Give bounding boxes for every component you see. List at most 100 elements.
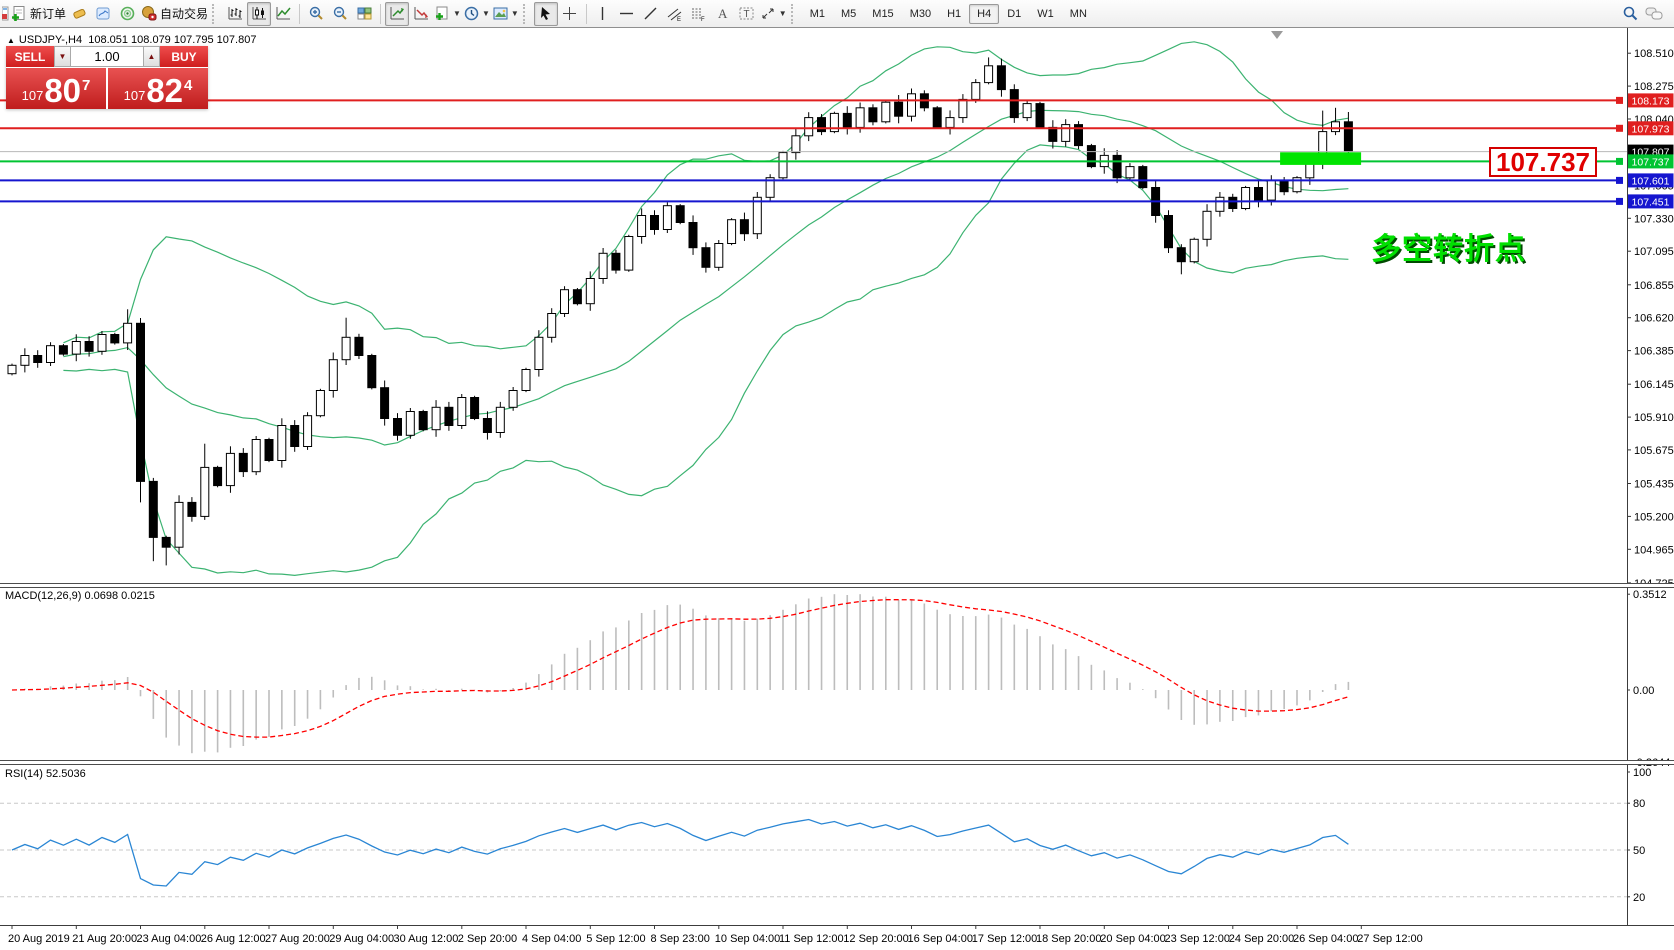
price-callout-box[interactable]: 107.737 bbox=[1489, 147, 1597, 177]
trendline-button[interactable] bbox=[639, 2, 663, 26]
autotrading-button[interactable]: 自动交易 bbox=[139, 2, 209, 26]
svg-text:105.200: 105.200 bbox=[1634, 511, 1674, 523]
signals-button[interactable] bbox=[115, 2, 139, 26]
time-axis[interactable]: 20 Aug 201921 Aug 20:0023 Aug 04:0026 Au… bbox=[0, 925, 1674, 950]
zoom-out-icon bbox=[332, 5, 349, 22]
main-price-pane[interactable] bbox=[0, 28, 1627, 585]
timeframe-m15[interactable]: M15 bbox=[864, 4, 901, 24]
svg-text:100: 100 bbox=[1633, 767, 1651, 779]
signals-icon bbox=[119, 5, 136, 22]
zoom-out-button[interactable] bbox=[328, 2, 352, 26]
indicators-window-button[interactable] bbox=[409, 2, 433, 26]
window-icon bbox=[2, 5, 9, 23]
template-image-icon bbox=[492, 5, 509, 22]
fibonacci-button[interactable]: F bbox=[687, 2, 711, 26]
svg-text:26 Sep 04:00: 26 Sep 04:00 bbox=[1293, 933, 1358, 945]
turning-point-annotation[interactable]: 多空转折点 bbox=[1371, 224, 1526, 268]
vertical-line-button[interactable] bbox=[591, 2, 615, 26]
chart-area[interactable]: ▲USDJPY-,H4 108.051 108.079 107.795 107.… bbox=[0, 28, 1674, 950]
zoom-in-button[interactable] bbox=[304, 2, 328, 26]
add-indicator-button[interactable]: ▼ bbox=[433, 2, 462, 26]
toolbar-grip[interactable] bbox=[791, 4, 797, 24]
buy-price-big: 82 bbox=[146, 76, 183, 106]
rsi-pane[interactable] bbox=[0, 765, 1627, 925]
profiles-button[interactable] bbox=[91, 2, 115, 26]
template-button[interactable]: ▼ bbox=[491, 2, 520, 26]
svg-text:18 Sep 20:00: 18 Sep 20:00 bbox=[1036, 933, 1101, 945]
timeframe-w1[interactable]: W1 bbox=[1029, 4, 1062, 24]
svg-text:23 Sep 12:00: 23 Sep 12:00 bbox=[1165, 933, 1230, 945]
volume-input[interactable]: 1.00 bbox=[71, 46, 143, 67]
text-label-icon: T bbox=[738, 5, 755, 22]
candlestick-chart-button[interactable] bbox=[247, 2, 271, 26]
arrows-button[interactable]: ▼ bbox=[759, 2, 788, 26]
search-button[interactable] bbox=[1618, 2, 1642, 26]
svg-text:10 Sep 04:00: 10 Sep 04:00 bbox=[715, 933, 780, 945]
toolbar-separator bbox=[380, 4, 381, 24]
svg-text:106.145: 106.145 bbox=[1634, 379, 1674, 391]
svg-text:104.965: 104.965 bbox=[1634, 544, 1674, 556]
toolbar-separator bbox=[299, 4, 300, 24]
dropdown-caret-icon: ▼ bbox=[482, 9, 490, 18]
text-button[interactable]: A bbox=[711, 2, 735, 26]
volume-increase-button[interactable]: ▲ bbox=[143, 46, 160, 67]
svg-text:26 Aug 12:00: 26 Aug 12:00 bbox=[201, 933, 266, 945]
tile-windows-button[interactable] bbox=[352, 2, 376, 26]
toolbar-grip[interactable] bbox=[523, 4, 529, 24]
bar-chart-button[interactable] bbox=[223, 2, 247, 26]
svg-text:107.451: 107.451 bbox=[1632, 196, 1670, 208]
buy-price-button[interactable]: 107 82 4 bbox=[108, 68, 208, 109]
dropdown-caret-icon: ▼ bbox=[779, 9, 787, 18]
channel-icon: E bbox=[666, 5, 683, 22]
arrows-icon bbox=[760, 5, 777, 22]
profiles-icon bbox=[95, 5, 112, 22]
price-axis[interactable]: 108.510108.275108.040107.565107.330107.0… bbox=[1627, 28, 1674, 925]
indicators-list-button[interactable] bbox=[385, 2, 409, 26]
tile-windows-icon bbox=[356, 5, 373, 22]
pane-separator[interactable] bbox=[0, 760, 1674, 765]
crayon-button[interactable] bbox=[67, 2, 91, 26]
new-order-button[interactable]: 新订单 bbox=[9, 2, 67, 26]
toolbar-grip[interactable] bbox=[212, 4, 218, 24]
svg-text:105.435: 105.435 bbox=[1634, 479, 1674, 491]
horizontal-line-button[interactable] bbox=[615, 2, 639, 26]
line-chart-button[interactable] bbox=[271, 2, 295, 26]
svg-text:5 Sep 12:00: 5 Sep 12:00 bbox=[586, 933, 645, 945]
timeframe-h4[interactable]: H4 bbox=[969, 4, 999, 24]
svg-text:107.601: 107.601 bbox=[1632, 175, 1670, 187]
crosshair-button[interactable] bbox=[558, 2, 582, 26]
search-icon bbox=[1622, 5, 1639, 22]
timeframe-mn[interactable]: MN bbox=[1062, 4, 1095, 24]
pane-separator[interactable] bbox=[0, 583, 1674, 588]
text-label-button[interactable]: T bbox=[735, 2, 759, 26]
chat-button[interactable] bbox=[1642, 2, 1666, 26]
crosshair-icon bbox=[561, 5, 578, 22]
sell-price-button[interactable]: 107 80 7 bbox=[6, 68, 106, 109]
macd-pane[interactable] bbox=[0, 587, 1627, 761]
period-button[interactable]: ▼ bbox=[462, 2, 491, 26]
autotrading-icon bbox=[140, 5, 157, 22]
toolbar-right bbox=[1618, 2, 1672, 26]
svg-text:12 Sep 20:00: 12 Sep 20:00 bbox=[843, 933, 908, 945]
timeframe-m1[interactable]: M1 bbox=[802, 4, 833, 24]
collapse-arrow-icon[interactable]: ▲ bbox=[7, 36, 15, 45]
buy-button[interactable]: BUY bbox=[160, 46, 208, 67]
timeframe-m5[interactable]: M5 bbox=[833, 4, 864, 24]
vertical-line-icon bbox=[594, 5, 611, 22]
svg-text:105.910: 105.910 bbox=[1634, 412, 1674, 424]
svg-text:80: 80 bbox=[1633, 798, 1645, 810]
cursor-button[interactable] bbox=[534, 2, 558, 26]
autotrading-label: 自动交易 bbox=[160, 5, 208, 22]
svg-text:20 Sep 04:00: 20 Sep 04:00 bbox=[1100, 933, 1165, 945]
volume-decrease-button[interactable]: ▼ bbox=[54, 46, 71, 67]
svg-text:24 Sep 20:00: 24 Sep 20:00 bbox=[1229, 933, 1294, 945]
svg-text:20 Aug 2019: 20 Aug 2019 bbox=[8, 933, 70, 945]
timeframe-h1[interactable]: H1 bbox=[939, 4, 969, 24]
equidistant-channel-button[interactable]: E bbox=[663, 2, 687, 26]
svg-text:30 Aug 12:00: 30 Aug 12:00 bbox=[394, 933, 459, 945]
bar-chart-icon bbox=[227, 5, 244, 22]
timeframe-m30[interactable]: M30 bbox=[902, 4, 939, 24]
svg-text:27 Aug 20:00: 27 Aug 20:00 bbox=[265, 933, 330, 945]
timeframe-d1[interactable]: D1 bbox=[999, 4, 1029, 24]
sell-button[interactable]: SELL bbox=[6, 46, 54, 67]
